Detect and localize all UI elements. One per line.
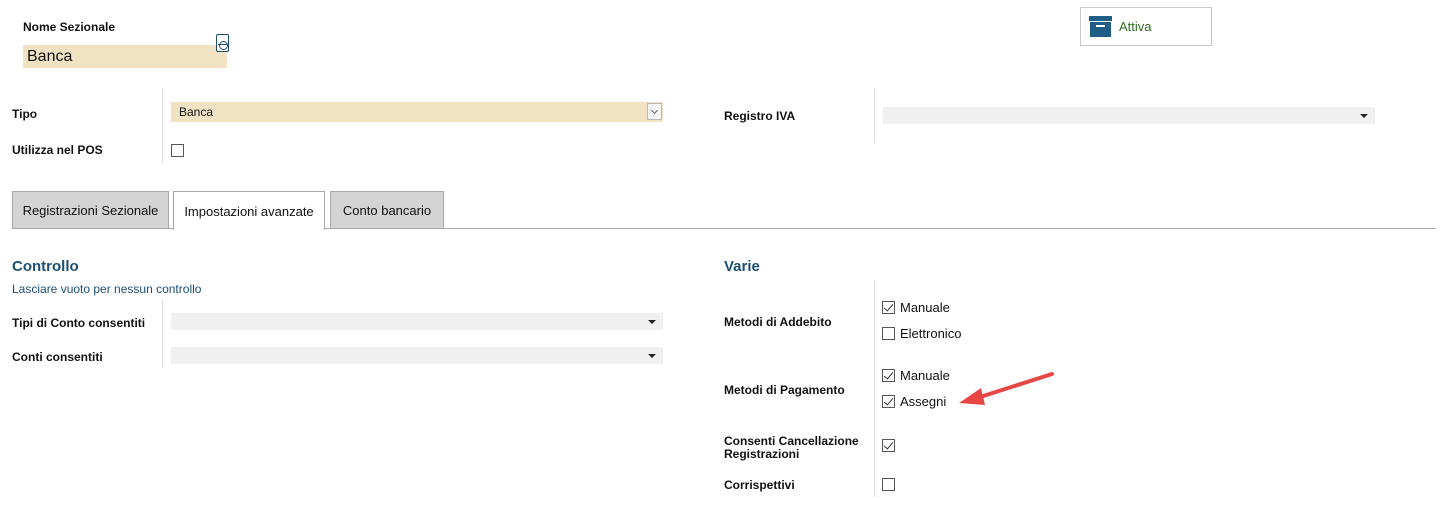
- conti-consentiti-label: Conti consentiti: [12, 350, 103, 364]
- divider: [874, 280, 875, 497]
- consenti-cancellazione-label-1: Consenti Cancellazione: [724, 434, 859, 448]
- tipo-select[interactable]: Banca: [171, 102, 663, 122]
- nome-sezionale-input[interactable]: Banca: [23, 45, 227, 68]
- varie-title: Varie: [724, 258, 760, 275]
- metodi-addebito-label: Metodi di Addebito: [724, 315, 832, 329]
- pagamento-manuale-label: Manuale: [900, 368, 950, 383]
- addebito-manuale-checkbox[interactable]: [882, 301, 895, 314]
- status-toggle-button[interactable]: Attiva: [1080, 7, 1212, 46]
- chevron-down-icon[interactable]: [647, 103, 662, 120]
- utilizza-pos-checkbox[interactable]: [171, 144, 184, 157]
- pagamento-assegni-checkbox[interactable]: [882, 395, 895, 408]
- corrispettivi-checkbox[interactable]: [882, 478, 895, 491]
- tipi-conto-select[interactable]: [171, 313, 663, 330]
- consenti-cancellazione-checkbox[interactable]: [882, 439, 895, 452]
- pagamento-assegni-label: Assegni: [900, 394, 947, 409]
- registro-iva-label: Registro IVA: [724, 109, 796, 123]
- red-arrow-icon: [959, 372, 1054, 405]
- archive-icon: [1089, 16, 1112, 37]
- controllo-title: Controllo: [12, 258, 79, 275]
- caret-down-icon: [648, 320, 656, 324]
- registro-iva-select[interactable]: [883, 107, 1375, 124]
- corrispettivi-label: Corrispettivi: [724, 478, 795, 492]
- divider: [162, 300, 163, 368]
- caret-down-icon: [1360, 114, 1368, 118]
- language-icon[interactable]: [216, 34, 229, 52]
- metodi-pagamento-label: Metodi di Pagamento: [724, 383, 845, 397]
- controllo-hint: Lasciare vuoto per nessun controllo: [12, 282, 202, 296]
- divider: [874, 88, 875, 143]
- caret-down-icon: [648, 354, 656, 358]
- tipo-select-value: Banca: [179, 105, 214, 119]
- tipi-conto-label: Tipi di Conto consentiti: [12, 316, 146, 330]
- tab-conto-bancario[interactable]: Conto bancario: [330, 191, 444, 229]
- conti-consentiti-select[interactable]: [171, 347, 663, 364]
- addebito-elettronico-label: Elettronico: [900, 326, 962, 341]
- tipo-label: Tipo: [12, 107, 38, 121]
- utilizza-pos-label: Utilizza nel POS: [12, 143, 103, 157]
- status-label: Attiva: [1119, 19, 1152, 34]
- divider: [162, 88, 163, 163]
- nome-sezionale-label: Nome Sezionale: [23, 20, 116, 34]
- tab-registrazioni-sezionale[interactable]: Registrazioni Sezionale: [12, 191, 169, 229]
- consenti-cancellazione-label-2: Registrazioni: [724, 447, 800, 461]
- pagamento-manuale-checkbox[interactable]: [882, 369, 895, 382]
- addebito-manuale-label: Manuale: [900, 300, 950, 315]
- tab-impostazioni-avanzate[interactable]: Impostazioni avanzate: [173, 191, 325, 230]
- addebito-elettronico-checkbox[interactable]: [882, 327, 895, 340]
